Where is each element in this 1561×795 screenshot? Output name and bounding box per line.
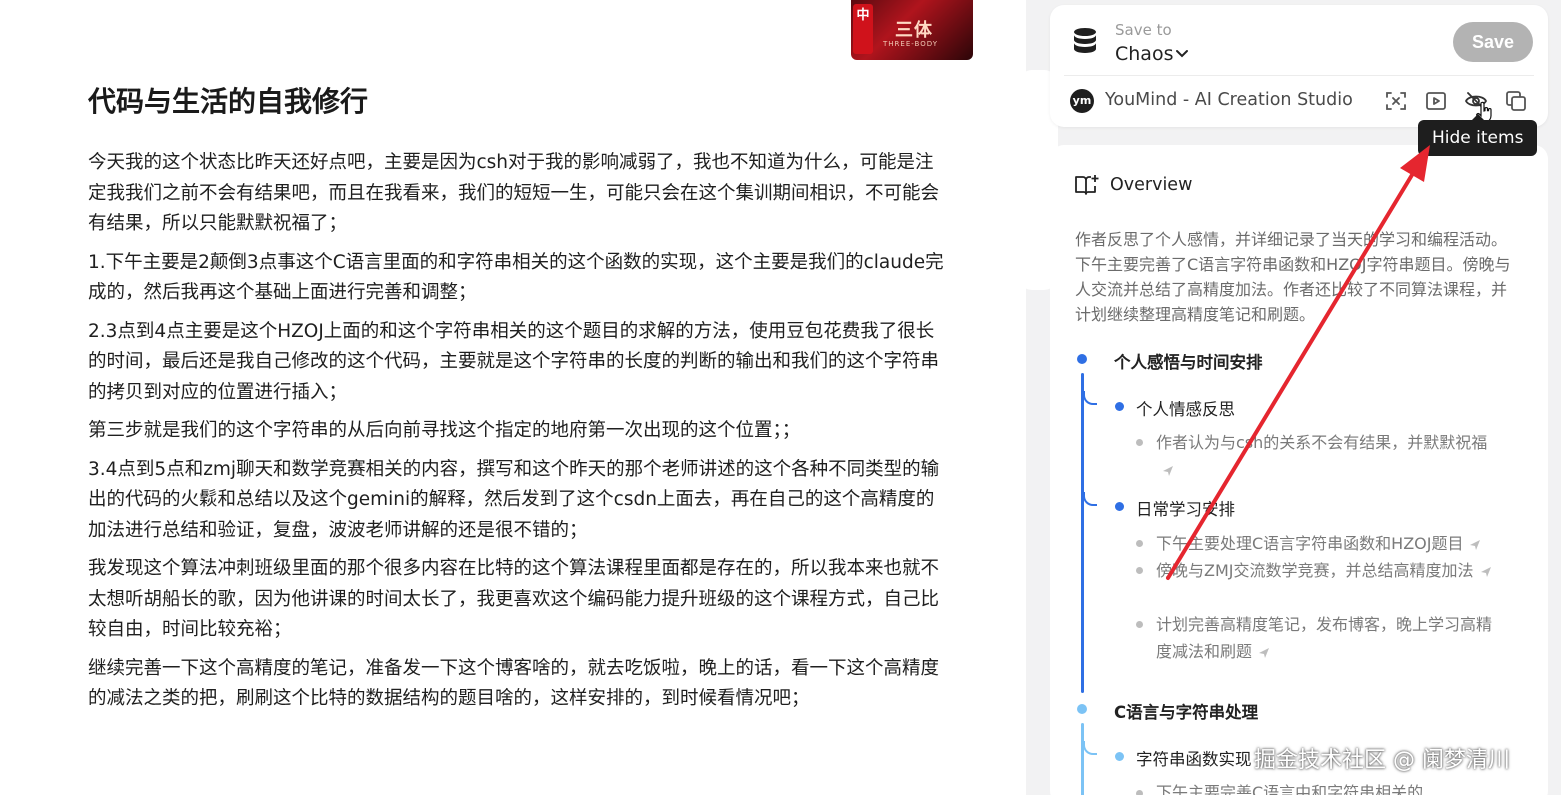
video-icon[interactable] [1424,89,1448,113]
send-icon[interactable] [1480,566,1492,578]
article-paragraph: 2.3点到4点主要是这个HZOJ上面的和这个字符串相关的这个题目的求解的方法，使… [88,320,940,403]
overview-book-icon [1075,175,1099,195]
copy-icon[interactable] [1504,89,1528,113]
youmind-logo: ym [1070,89,1094,113]
overview-title: Overview [1110,175,1193,195]
overview-item-text: 计划完善高精度笔记，发布博客，晚上学习高精度减法和刷题 [1156,615,1493,661]
divider [1064,75,1534,76]
tree-line [1081,723,1084,795]
thumbnail-subtitle: THREE-BODY [883,40,938,48]
bullet-dot [1136,439,1143,446]
subsection-dot [1115,752,1124,761]
hide-items-tooltip: Hide items [1418,114,1538,156]
bullet-dot [1136,621,1143,628]
tree-line [1081,373,1084,693]
section-dot [1077,354,1087,364]
subsection-title[interactable]: 字符串函数实现 [1136,746,1252,770]
article-paragraph: 3.4点到5点和zmj聊天和数学竞赛相关的内容，撰写和这个昨天的那个老师讲述的这… [88,458,940,541]
article-paragraph: 今天我的这个状态比昨天还好点吧，主要是因为csh对于我的影响减弱了，我也不知道为… [88,152,940,234]
subsection-dot [1115,502,1124,511]
database-icon [1074,28,1096,53]
overview-card: Overview 作者反思了个人感情，并详细记录了当天的学习和编程活动。下午主要… [1050,145,1548,795]
thumbnail-title: 三体 [895,20,933,41]
space-selector[interactable]: Chaos [1115,43,1173,65]
overview-item-text: 作者认为与csh的关系不会有结果，并默默祝福 [1156,433,1488,452]
subsection-dot [1115,402,1124,411]
tree-branch [1083,492,1097,506]
save-button[interactable]: Save [1453,22,1533,62]
overview-item-text: 傍晚与ZMJ交流数学竞赛，并总结高精度加法 [1156,561,1474,580]
article-pane: 中 三体 THREE-BODY 代码与生活的自我修行 今天我的这个状态比昨天还好… [0,0,1026,795]
article-paragraph: 我发现这个算法冲刺班级里面的那个很多内容在比特的这个算法课程里面都是存在的，所以… [88,558,940,640]
overview-item-text: 下午主要完善C语言中和字符串相关的 [1156,783,1424,795]
article-paragraph: 继续完善一下这个高精度的笔记，准备发一下这个博客啥的，就去吃饭啦，晚上的话，看一… [88,657,940,710]
article-body: 今天我的这个状态比昨天还好点吧，主要是因为csh对于我的影响减弱了，我也不知道为… [88,148,950,723]
thumbnail-badge: 中 [853,4,873,54]
overview-item[interactable]: 傍晚与ZMJ交流数学竞赛，并总结高精度加法 [1156,557,1496,584]
send-icon[interactable] [1162,465,1174,477]
book-thumbnail[interactable]: 中 三体 THREE-BODY [851,0,973,60]
save-to-label: Save to [1115,21,1172,39]
send-icon[interactable] [1258,647,1270,659]
article-title: 代码与生活的自我修行 [88,85,369,118]
article-paragraph: 1.下午主要是2颠倒3点事这个C语言里面的和字符串相关的这个函数的实现，这个主要… [88,251,944,304]
send-icon[interactable] [1469,539,1481,551]
save-card: Save to Chaos Save ym YouMind - AI Creat… [1050,5,1548,127]
section-title[interactable]: C语言与字符串处理 [1114,699,1258,723]
overview-item[interactable]: 下午主要处理C语言字符串函数和HZOJ题目 [1156,530,1496,557]
overview-item[interactable]: 作者认为与csh的关系不会有结果，并默默祝福 [1156,429,1496,483]
overview-item-text: 下午主要处理C语言字符串函数和HZOJ题目 [1156,534,1464,553]
bullet-dot [1136,540,1143,547]
bullet-dot [1136,790,1143,795]
overview-summary: 作者反思了个人感情，并详细记录了当天的学习和编程活动。下午主要完善了C语言字符串… [1075,230,1511,324]
source-name: YouMind - AI Creation Studio [1105,90,1353,110]
tree-branch [1083,741,1097,755]
screenshot-icon[interactable] [1384,89,1408,113]
overview-item[interactable]: 计划完善高精度笔记，发布博客，晚上学习高精度减法和刷题 [1156,611,1496,665]
section-title[interactable]: 个人感悟与时间安排 [1114,349,1263,373]
section-dot [1077,704,1087,714]
tree-branch [1083,391,1097,405]
watermark: 掘金技术社区 @ 阑梦清川 [1254,748,1510,773]
chevron-down-icon[interactable] [1175,47,1189,61]
overview-item[interactable]: 下午主要完善C语言中和字符串相关的 [1156,779,1496,795]
subsection-title[interactable]: 个人情感反思 [1136,396,1235,420]
article-paragraph: 第三步就是我们的这个字符串的从后向前寻找这个指定的地府第一次出现的这个位置；； [88,420,801,441]
bullet-dot [1136,567,1143,574]
subsection-title[interactable]: 日常学习安排 [1136,496,1235,520]
